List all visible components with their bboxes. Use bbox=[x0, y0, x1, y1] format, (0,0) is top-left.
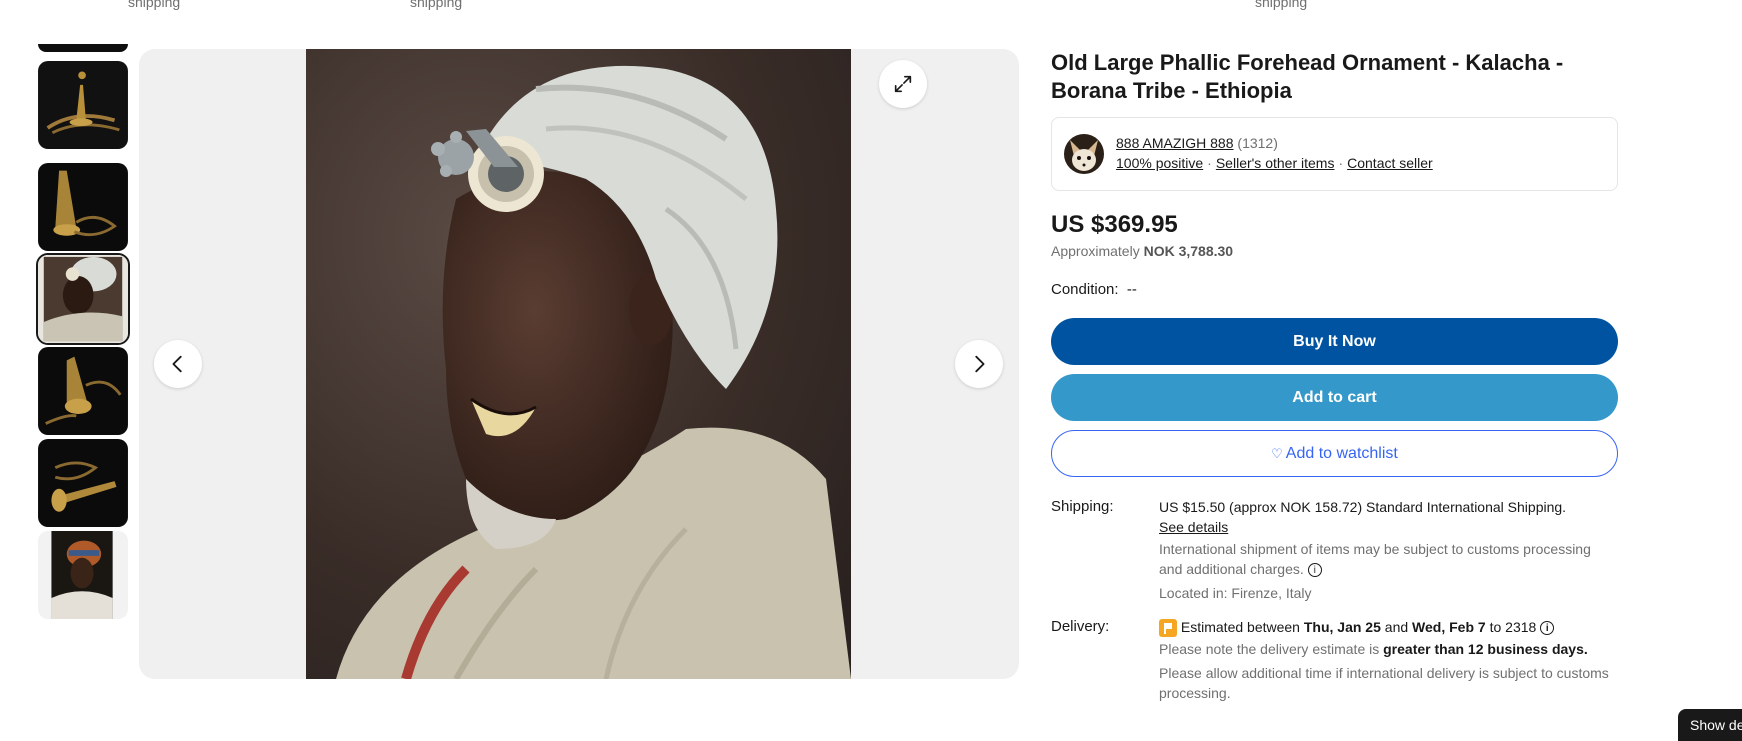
price: US $369.95 bbox=[1051, 211, 1178, 238]
chevron-right-icon bbox=[975, 355, 985, 373]
info-icon[interactable]: i bbox=[1540, 621, 1555, 636]
next-image-button[interactable] bbox=[955, 340, 1003, 388]
delivery-zip[interactable]: 2318 bbox=[1505, 619, 1536, 635]
approx-price: Approximately NOK 3,788.30 bbox=[1051, 243, 1618, 259]
main-product-photo bbox=[306, 49, 851, 679]
delivery-and: and bbox=[1384, 619, 1409, 635]
delivery-note-bold: greater than 12 business days. bbox=[1383, 641, 1588, 658]
thumbnail[interactable] bbox=[36, 59, 130, 151]
info-icon[interactable]: i bbox=[1307, 563, 1322, 578]
buy-it-now-button[interactable]: Buy It Now bbox=[1051, 318, 1618, 365]
show-details-tab[interactable]: Show de bbox=[1678, 709, 1742, 741]
approx-prefix: Approximately bbox=[1051, 243, 1140, 259]
expand-button[interactable] bbox=[879, 60, 927, 108]
add-to-watchlist-button[interactable]: ♡ Add to watchlist bbox=[1051, 430, 1618, 477]
seller-name-line: 888 AMAZIGH 888 (1312) bbox=[1116, 135, 1278, 151]
thumbnail[interactable] bbox=[36, 345, 130, 437]
see-details-link[interactable]: See details bbox=[1159, 519, 1228, 535]
add-to-cart-button[interactable]: Add to cart bbox=[1051, 374, 1618, 421]
shipping-caption: shipping bbox=[1255, 0, 1308, 10]
estimate-prefix: Estimated between bbox=[1180, 619, 1300, 635]
thumbnail-image bbox=[38, 439, 128, 527]
thumbnail-strip bbox=[36, 44, 134, 679]
seller-feedback-link[interactable]: 100% positive bbox=[1116, 155, 1203, 171]
delivery-label: Delivery: bbox=[1051, 618, 1110, 635]
shipping-label: Shipping: bbox=[1051, 498, 1114, 515]
condition-value: -- bbox=[1126, 281, 1137, 298]
thumbnail-image bbox=[38, 531, 128, 619]
thumbnail-image bbox=[38, 61, 128, 149]
shipping-caption: shipping bbox=[410, 0, 463, 10]
listing-title: Old Large Phallic Forehead Ornament - Ka… bbox=[1051, 50, 1564, 103]
thumbnail-image bbox=[38, 255, 128, 343]
shipping-info: US $15.50 (approx NOK 158.72) Standard I… bbox=[1159, 497, 1618, 603]
thumbnail-partial[interactable] bbox=[38, 44, 128, 52]
delivery-row: Delivery: Estimated between Thu, Jan 25 … bbox=[1051, 617, 1618, 703]
delivery-allow-note: Please allow additional time if internat… bbox=[1159, 665, 1609, 702]
add-to-watchlist-label: Add to watchlist bbox=[1285, 444, 1398, 462]
shipping-caption: shipping bbox=[128, 0, 181, 10]
thumbnail-selected[interactable] bbox=[36, 253, 130, 345]
thumbnail[interactable] bbox=[36, 529, 130, 621]
delivery-date-start: Thu, Jan 25 bbox=[1303, 619, 1381, 635]
approx-value: NOK 3,788.30 bbox=[1143, 243, 1234, 259]
seller-feedback-count: (1312) bbox=[1237, 135, 1278, 151]
delivery-date-end: Wed, Feb 7 bbox=[1412, 619, 1486, 635]
item-location: Located in: Firenze, Italy bbox=[1159, 585, 1312, 601]
customs-note: International shipment of items may be s… bbox=[1159, 541, 1591, 577]
flag-icon bbox=[1159, 619, 1177, 638]
delivery-to: to bbox=[1489, 619, 1502, 635]
heart-icon: ♡ bbox=[1271, 445, 1283, 461]
seller-card: 888 AMAZIGH 888 (1312) 100% positive · Sel… bbox=[1051, 117, 1618, 191]
seller-other-items-link[interactable]: Seller's other items bbox=[1216, 155, 1335, 171]
delivery-info: Estimated between Thu, Jan 25 and Wed, F… bbox=[1159, 617, 1618, 703]
thumbnail-image bbox=[38, 347, 128, 435]
shipping-row: Shipping: US $15.50 (approx NOK 158.72) … bbox=[1051, 497, 1618, 603]
condition: Condition: -- bbox=[1051, 281, 1618, 298]
image-viewer[interactable] bbox=[139, 49, 1019, 679]
shipping-method: Standard International Shipping. bbox=[1366, 499, 1567, 515]
contact-seller-link[interactable]: Contact seller bbox=[1347, 155, 1433, 171]
previous-image-button[interactable] bbox=[154, 340, 202, 388]
thumbnail[interactable] bbox=[36, 161, 130, 253]
top-strip: shipping shipping shipping bbox=[0, 0, 1742, 14]
thumbnail-image bbox=[38, 163, 128, 251]
condition-label: Condition: bbox=[1051, 281, 1119, 298]
thumbnail[interactable] bbox=[36, 437, 130, 529]
delivery-note-prefix: Please note the delivery estimate is bbox=[1159, 641, 1380, 658]
listing-panel: Old Large Phallic Forehead Ornament - Ka… bbox=[1051, 49, 1618, 703]
expand-icon bbox=[894, 75, 912, 93]
seller-name-link[interactable]: 888 AMAZIGH 888 bbox=[1116, 135, 1234, 151]
shipping-cost: US $15.50 (approx NOK 158.72) bbox=[1159, 499, 1363, 515]
chevron-left-icon bbox=[172, 355, 182, 373]
seller-avatar[interactable] bbox=[1064, 134, 1104, 174]
seller-links: 100% positive · Seller's other items · Conta… bbox=[1116, 155, 1433, 171]
